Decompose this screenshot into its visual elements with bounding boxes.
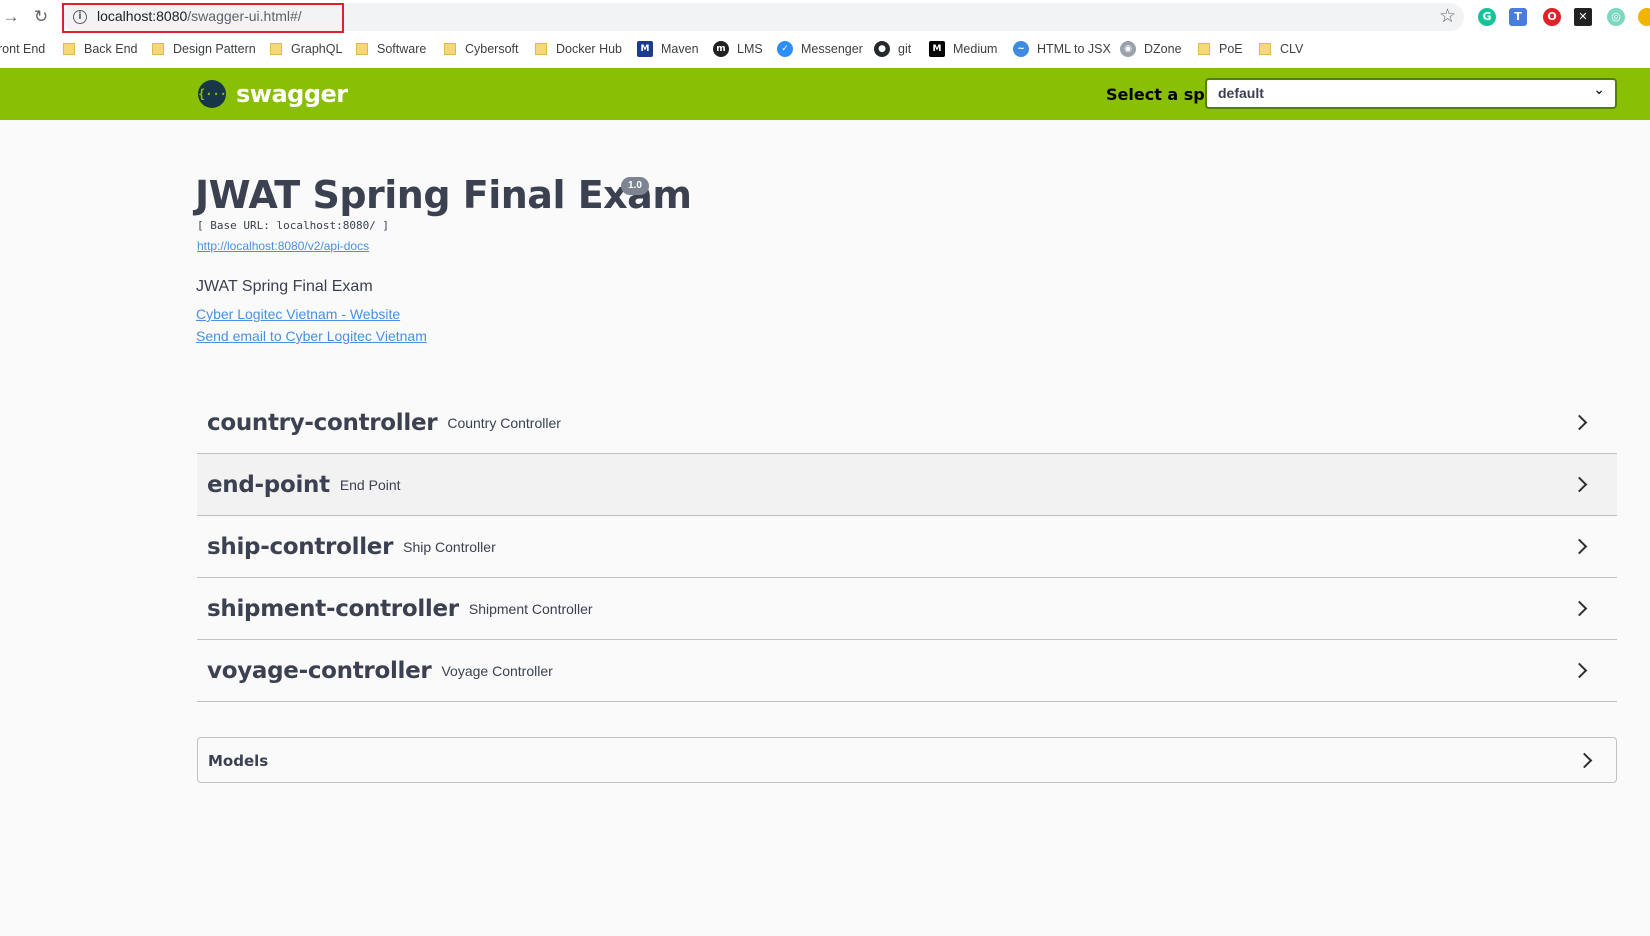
bookmark-label: Maven (661, 42, 699, 56)
tag-name: country-controller (207, 409, 438, 436)
maven-icon: M (637, 41, 653, 57)
api-docs-link[interactable]: http://localhost:8080/v2/api-docs (197, 239, 369, 253)
forward-arrow-icon[interactable]: → (0, 6, 22, 28)
chevron-right-icon (1571, 538, 1588, 555)
spec-select-value: default (1218, 85, 1264, 101)
bookmark-item[interactable]: M Maven (637, 38, 699, 60)
folder-icon (1259, 43, 1271, 55)
grammarly-icon[interactable]: G (1478, 8, 1496, 26)
github-icon: ● (874, 41, 890, 57)
swagger-logo-icon: {···} (198, 80, 234, 108)
bookmark-label: Back End (84, 42, 138, 56)
version-badge: 1.0 (621, 177, 649, 195)
folder-icon (444, 43, 456, 55)
bookmark-star-icon[interactable]: ☆ (1439, 5, 1456, 27)
folder-icon (270, 43, 282, 55)
bookmark-item[interactable]: CLV (1259, 38, 1303, 60)
bookmark-label: GraphQL (291, 42, 343, 56)
bookmark-label: Cybersoft (465, 42, 519, 56)
chevron-right-icon (1576, 752, 1593, 769)
models-section[interactable]: Models (197, 737, 1617, 783)
tag-end-point[interactable]: end-point End Point (197, 454, 1617, 516)
sync-icon[interactable]: ◎ (1607, 8, 1625, 26)
folder-icon (152, 43, 164, 55)
bookmark-item[interactable]: ◉ DZone (1120, 38, 1182, 60)
url-text[interactable]: localhost:8080/swagger-ui.html#/ (97, 8, 302, 24)
bookmark-item[interactable]: Cybersoft (444, 38, 519, 60)
bookmarks-bar: ront End Back End Design Pattern GraphQL Sof… (0, 38, 1650, 60)
bookmark-item[interactable]: ● git (874, 38, 911, 60)
bookmark-item[interactable]: Design Pattern (152, 38, 256, 60)
bookmark-item[interactable]: ✓ Messenger (777, 38, 863, 60)
browser-chrome: → ↻ i localhost:8080/swagger-ui.html#/ ☆… (0, 0, 1650, 68)
chevron-right-icon (1571, 476, 1588, 493)
opera-icon[interactable]: O (1543, 8, 1561, 26)
bookmark-label: LMS (737, 42, 763, 56)
bookmark-label: Software (377, 42, 427, 56)
chevron-down-icon: ⌄ (1593, 82, 1605, 98)
bookmark-label: Docker Hub (556, 42, 622, 56)
bookmark-label: DZone (1144, 42, 1182, 56)
url-path: /swagger-ui.html#/ (187, 8, 302, 24)
tag-name: shipment-controller (207, 595, 459, 622)
bookmark-item[interactable]: GraphQL (270, 38, 342, 60)
swagger-logo-text: swagger (236, 80, 348, 108)
tag-name: voyage-controller (207, 657, 432, 684)
swagger-topbar: {···} swagger Select a spec default ⌄ (0, 68, 1650, 120)
bookmark-item[interactable]: Software (356, 38, 426, 60)
pulse-icon: ~ (1013, 41, 1029, 57)
tag-voyage-controller[interactable]: voyage-controller Voyage Controller (197, 640, 1617, 702)
chevron-right-icon (1571, 662, 1588, 679)
folder-icon (63, 43, 75, 55)
info-icon[interactable]: i (73, 10, 87, 24)
tag-ship-controller[interactable]: ship-controller Ship Controller (197, 516, 1617, 578)
tag-description: Voyage Controller (441, 662, 553, 679)
tag-country-controller[interactable]: country-controller Country Controller (197, 392, 1617, 454)
translate-icon[interactable]: T (1509, 8, 1527, 26)
api-title: JWAT Spring Final Exam (195, 173, 692, 217)
website-link[interactable]: Cyber Logitec Vietnam - Website (196, 306, 400, 322)
models-title: Models (208, 752, 269, 770)
bookmark-item[interactable]: ~ HTML to JSX (1013, 38, 1111, 60)
bookmark-item[interactable]: m LMS (713, 38, 763, 60)
dzone-icon: ◉ (1120, 41, 1136, 57)
bookmark-item[interactable]: ront End (0, 38, 45, 60)
api-description: JWAT Spring Final Exam (196, 278, 373, 295)
tag-name: ship-controller (207, 533, 394, 560)
bookmark-label: Design Pattern (173, 42, 256, 56)
messenger-icon: ✓ (777, 41, 793, 57)
swagger-logo[interactable]: {···} swagger (198, 80, 348, 108)
base-url: [ Base URL: localhost:8080/ ] (197, 219, 390, 232)
lms-icon: m (713, 41, 729, 57)
extension-partial-icon[interactable] (1638, 8, 1650, 26)
bookmark-item[interactable]: PoE (1198, 38, 1243, 60)
bookmark-label: ront End (0, 42, 46, 56)
email-link[interactable]: Send email to Cyber Logitec Vietnam (196, 328, 427, 344)
tag-description: Shipment Controller (468, 600, 593, 617)
bookmark-label: HTML to JSX (1037, 42, 1111, 56)
bookmark-label: git (898, 42, 912, 56)
chevron-right-icon (1571, 600, 1588, 617)
reload-icon[interactable]: ↻ (30, 6, 52, 28)
tag-description: Ship Controller (403, 538, 496, 555)
tag-shipment-controller[interactable]: shipment-controller Shipment Controller (197, 578, 1617, 640)
bookmark-label: PoE (1219, 42, 1243, 56)
bookmark-item[interactable]: Docker Hub (535, 38, 622, 60)
bookmark-item[interactable]: M Medium (929, 38, 997, 60)
folder-icon (356, 43, 368, 55)
url-host: localhost:8080 (97, 8, 188, 24)
chevron-right-icon (1571, 414, 1588, 431)
folder-icon (535, 43, 547, 55)
medium-icon: M (929, 41, 945, 57)
bookmark-item[interactable]: Back End (63, 38, 138, 60)
spec-select[interactable]: default ⌄ (1205, 78, 1617, 109)
extension-icon[interactable]: ✕ (1574, 8, 1592, 26)
tag-description: Country Controller (447, 414, 561, 431)
folder-icon (1198, 43, 1210, 55)
bookmark-label: Medium (953, 42, 998, 56)
bookmark-label: CLV (1280, 42, 1304, 56)
bookmark-label: Messenger (801, 42, 863, 56)
tag-name: end-point (207, 471, 330, 498)
tag-description: End Point (339, 476, 401, 493)
